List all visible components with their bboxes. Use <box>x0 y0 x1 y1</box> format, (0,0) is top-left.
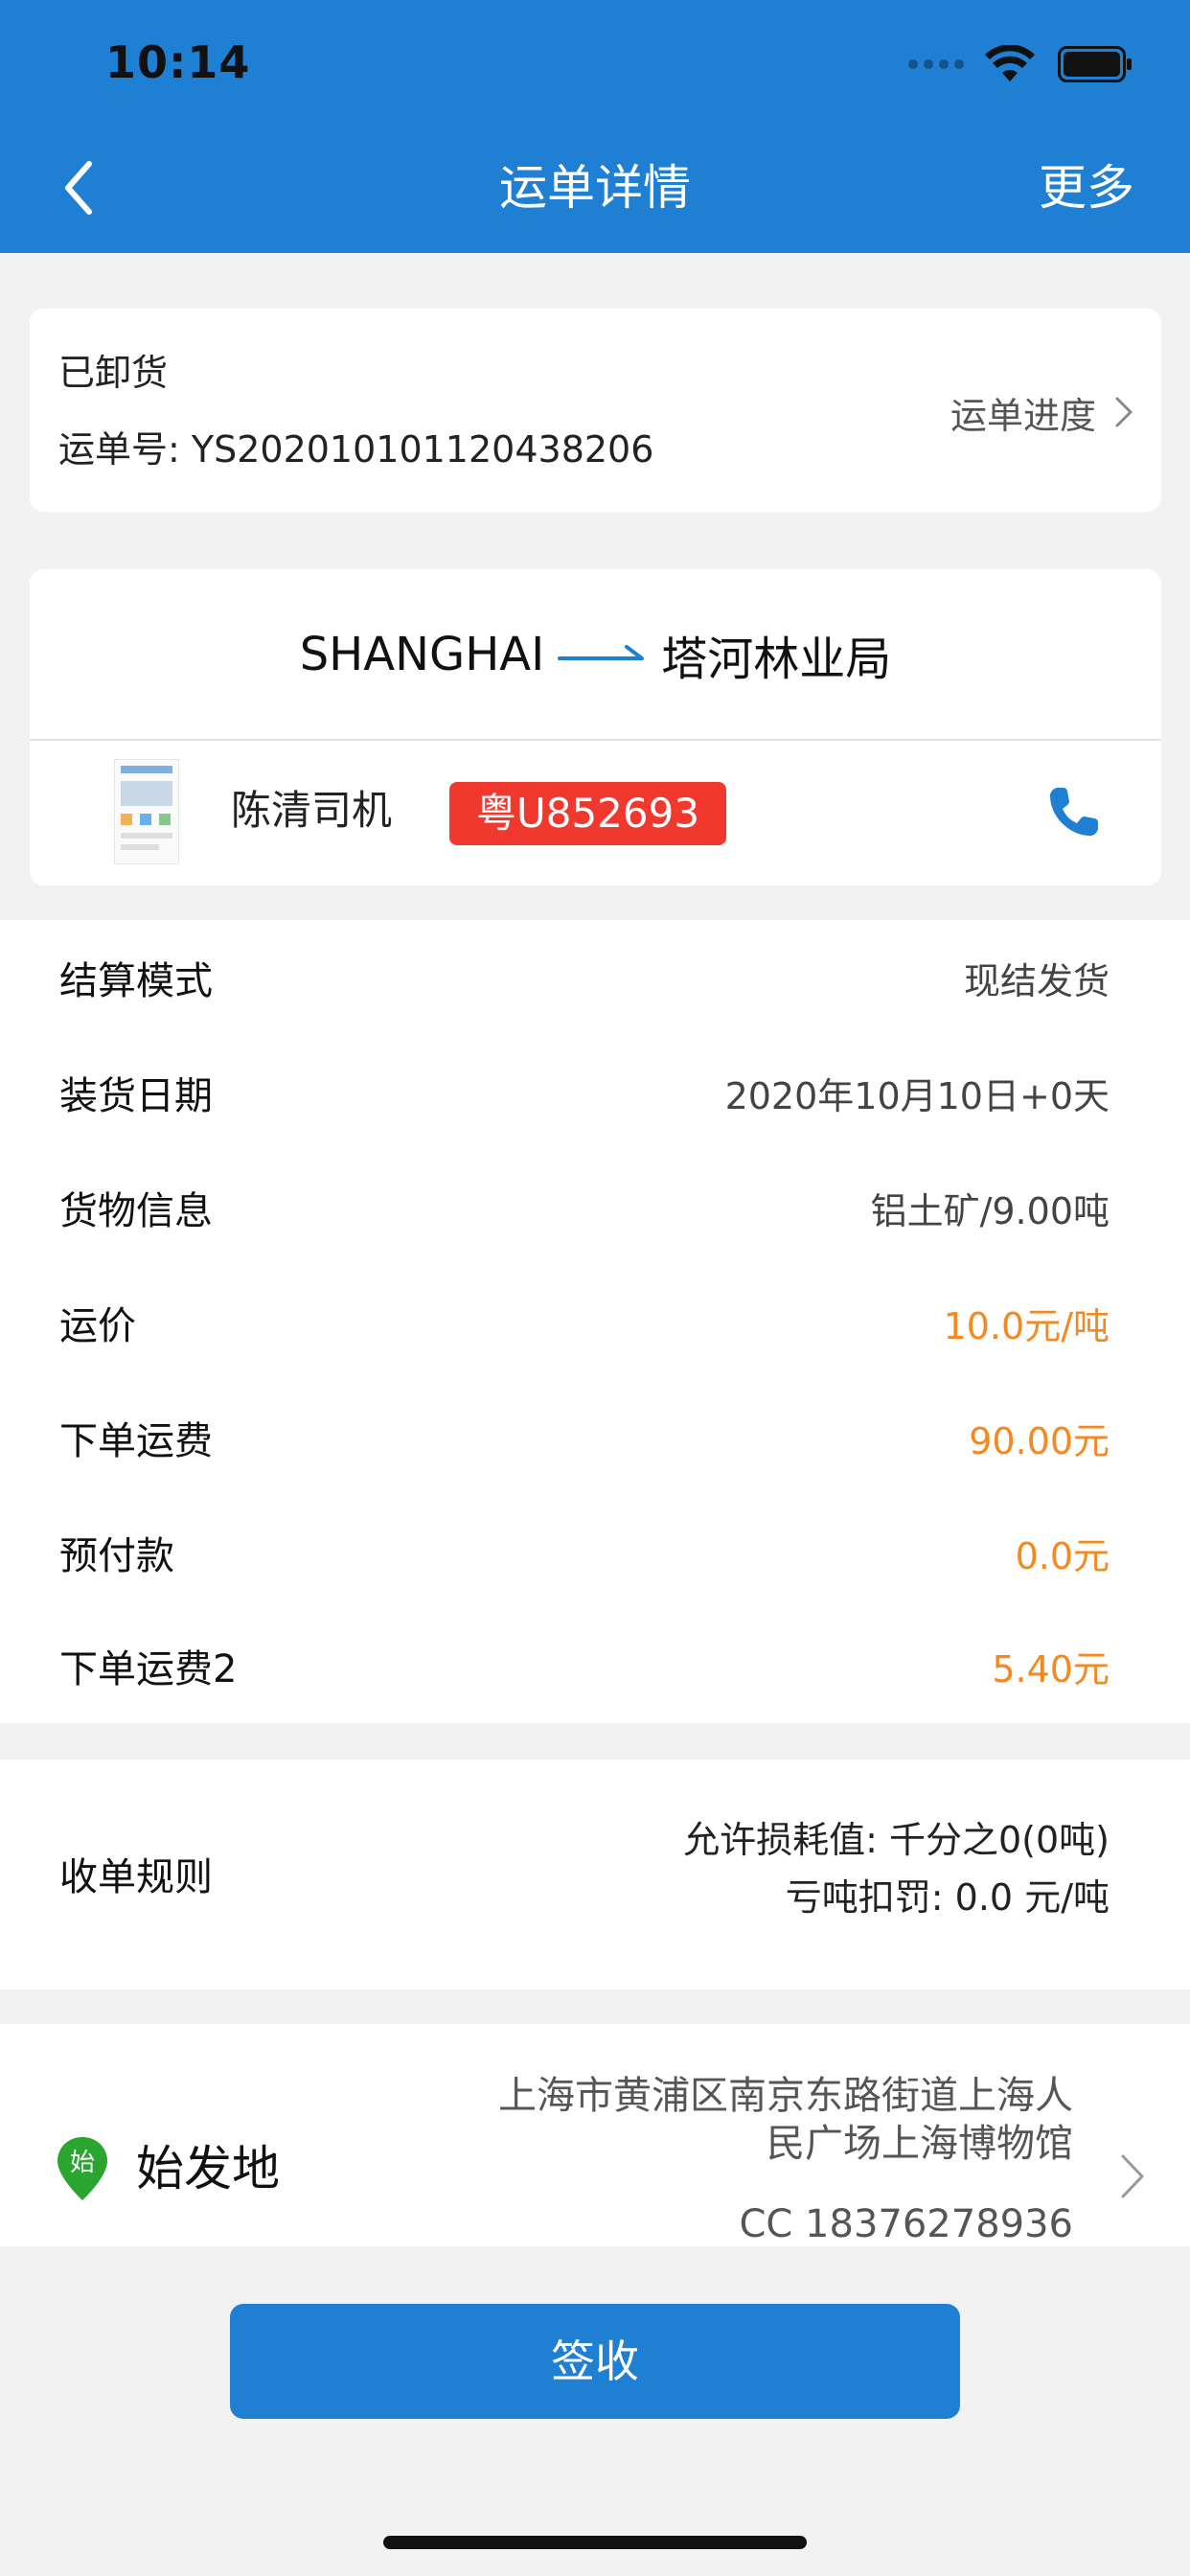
info-value: 90.00元 <box>969 1419 1110 1462</box>
origin-label: 始发地 <box>136 2141 280 2196</box>
home-indicator[interactable] <box>383 2536 807 2549</box>
info-row-freight-rate: 运价 10.0元/吨 <box>0 1265 1190 1380</box>
info-row-order-freight: 下单运费 90.00元 <box>0 1380 1190 1495</box>
waybill-number: 运单号: YS202010101120438206 <box>58 428 654 471</box>
origin-address: 上海市黄浦区南京东路街道上海人民广场上海博物馆 <box>498 2074 1073 2166</box>
arrow-right-icon <box>558 645 645 660</box>
sign-receipt-button[interactable]: 签收 <box>230 2304 960 2419</box>
receipt-rule-label: 收单规则 <box>59 1855 213 1899</box>
chevron-left-icon <box>65 161 92 215</box>
info-value: 铝土矿/9.00吨 <box>870 1189 1110 1232</box>
location-pin-icon: 始 <box>57 2137 107 2200</box>
divider <box>30 739 1161 741</box>
info-value: 10.0元/吨 <box>943 1304 1110 1347</box>
info-value: 现结发货 <box>963 959 1110 1002</box>
info-label: 下单运费 <box>59 1419 213 1463</box>
wifi-icon <box>985 45 1035 81</box>
info-row-prepayment: 预付款 0.0元 <box>0 1495 1190 1610</box>
order-status-card: 已卸货 运单号: YS202010101120438206 运单进度 <box>30 309 1161 512</box>
route-card: SHANGHAI 塔河林业局 陈清司机 粤U852693 <box>30 569 1161 886</box>
info-value: 0.0元 <box>1015 1534 1110 1577</box>
info-label: 结算模式 <box>59 959 213 1003</box>
receipt-rule-section: 收单规则 允许损耗值: 千分之0(0吨) 亏吨扣罚: 0.0 元/吨 <box>0 1760 1190 1990</box>
info-row-settlement: 结算模式 现结发货 <box>0 920 1190 1035</box>
driver-avatar <box>114 759 179 864</box>
route-origin: SHANGHAI <box>299 628 545 681</box>
phone-icon[interactable] <box>1044 782 1104 841</box>
plate-number-badge: 粤U852693 <box>449 782 727 845</box>
info-label: 预付款 <box>59 1534 174 1578</box>
back-button[interactable] <box>50 153 107 222</box>
waybill-progress-label: 运单进度 <box>950 394 1096 437</box>
route-line: SHANGHAI 塔河林业局 <box>30 621 1161 688</box>
info-row-loading-date: 装货日期 2020年10月10日+0天 <box>0 1035 1190 1150</box>
driver-name: 陈清司机 <box>231 787 393 834</box>
pin-label: 始 <box>70 2149 95 2177</box>
receipt-rule-value: 允许损耗值: 千分之0(0吨) 亏吨扣罚: 0.0 元/吨 <box>683 1811 1110 1926</box>
loss-allowance-text: 允许损耗值: 千分之0(0吨) <box>683 1819 1110 1861</box>
header: 10:14 运单详情 更多 <box>0 0 1190 253</box>
more-button[interactable]: 更多 <box>1039 153 1134 222</box>
info-row-cargo: 货物信息 铝土矿/9.00吨 <box>0 1150 1190 1265</box>
waybill-progress-link[interactable]: 运单进度 <box>950 385 1134 439</box>
status-time: 10:14 <box>105 36 251 88</box>
page-title: 运单详情 <box>499 160 691 216</box>
info-value: 2020年10月10日+0天 <box>724 1074 1110 1117</box>
order-info-list: 结算模式 现结发货 装货日期 2020年10月10日+0天 货物信息 铝土矿/9… <box>0 920 1190 1723</box>
origin-contact: CC 18376278936 <box>739 2202 1073 2246</box>
chevron-right-icon <box>1121 2154 1144 2198</box>
route-destination: 塔河林业局 <box>661 632 892 686</box>
status-icons <box>908 42 1133 86</box>
chevron-right-icon <box>1115 397 1133 427</box>
order-status: 已卸货 <box>58 352 169 394</box>
info-value: 5.40元 <box>992 1647 1110 1690</box>
info-label: 装货日期 <box>59 1074 213 1118</box>
battery-icon <box>1058 46 1132 82</box>
origin-row[interactable]: 始 始发地 上海市黄浦区南京东路街道上海人民广场上海博物馆 CC 1837627… <box>0 2024 1190 2246</box>
info-label: 下单运费2 <box>59 1647 238 1691</box>
info-label: 货物信息 <box>59 1189 213 1233</box>
shortage-penalty-text: 亏吨扣罚: 0.0 元/吨 <box>785 1876 1110 1919</box>
info-label: 运价 <box>59 1304 136 1348</box>
info-row-order-freight-2: 下单运费2 5.40元 <box>0 1608 1190 1723</box>
signal-icon <box>908 59 964 69</box>
